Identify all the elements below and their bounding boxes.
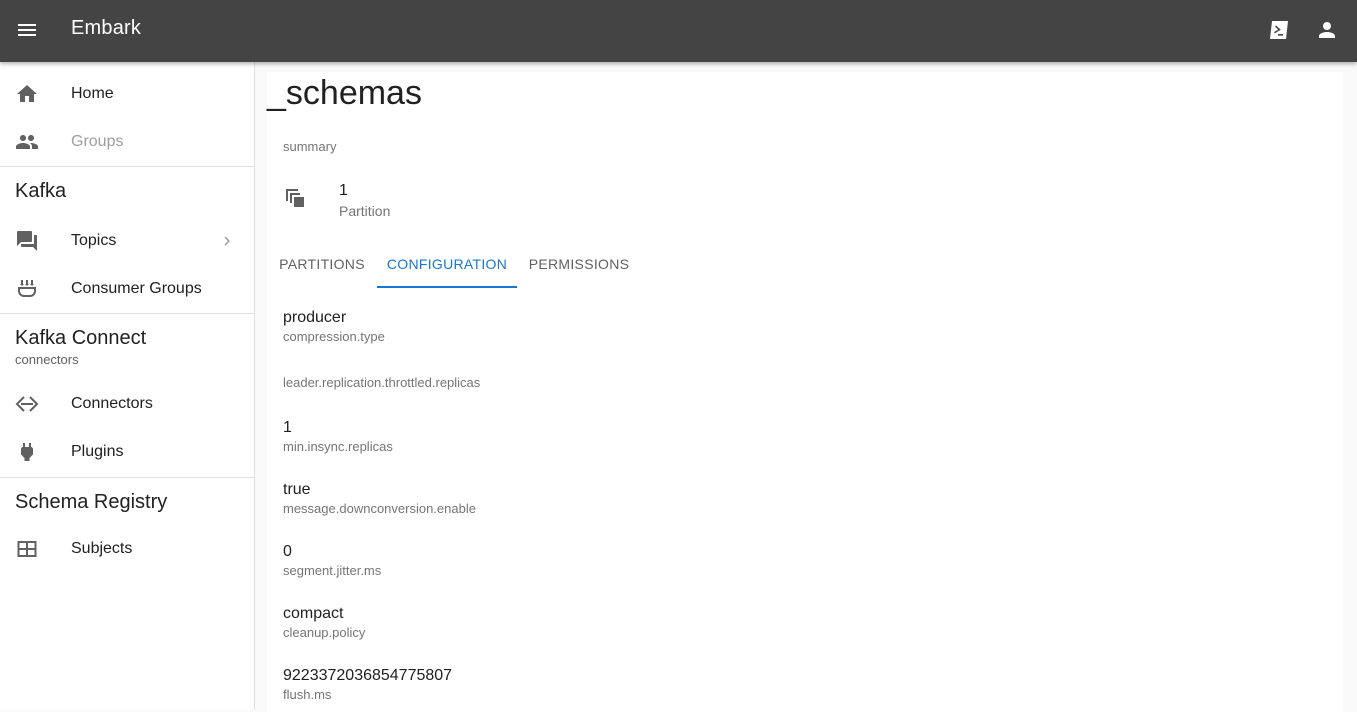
section-subtitle-connectors: connectors bbox=[15, 352, 79, 367]
divider bbox=[0, 166, 254, 167]
tab-configuration[interactable]: CONFIGURATION bbox=[377, 240, 517, 288]
config-value bbox=[283, 354, 480, 374]
divider bbox=[0, 477, 254, 478]
config-key: segment.jitter.ms bbox=[283, 563, 382, 578]
config-item: true message.downconversion.enable bbox=[283, 480, 476, 518]
config-key: compression.type bbox=[283, 329, 385, 344]
config-key: leader.replication.throttled.replicas bbox=[283, 375, 481, 390]
app-title: Embark bbox=[71, 17, 142, 39]
config-item: leader.replication.throttled.replicas bbox=[283, 354, 480, 392]
sidebar-item-connectors[interactable]: Connectors bbox=[0, 380, 254, 428]
config-item: 1 min.insync.replicas bbox=[283, 418, 393, 456]
tab-permissions[interactable]: PERMISSIONS bbox=[517, 240, 641, 288]
section-title-schema-registry: Schema Registry bbox=[15, 491, 168, 513]
divider bbox=[0, 313, 254, 314]
account-icon[interactable] bbox=[1315, 18, 1339, 42]
config-key: cleanup.policy bbox=[283, 625, 366, 640]
chevron-right-icon bbox=[218, 232, 236, 250]
config-item: compact cleanup.policy bbox=[283, 604, 365, 642]
sidebar-item-home[interactable]: Home bbox=[0, 70, 254, 118]
page-title: _schemas bbox=[267, 74, 422, 112]
console-icon[interactable] bbox=[1267, 18, 1291, 42]
summary-label: summary bbox=[283, 139, 337, 154]
home-icon bbox=[15, 82, 39, 106]
sidebar-item-label: Groups bbox=[71, 133, 124, 150]
sidebar-item-plugins[interactable]: Plugins bbox=[0, 428, 254, 476]
menu-icon[interactable] bbox=[15, 18, 39, 42]
config-item: 0 segment.jitter.ms bbox=[283, 542, 381, 580]
sidebar: Home Groups Kafka Topics Consumer Groups… bbox=[0, 62, 255, 710]
config-value: 1 bbox=[283, 419, 292, 436]
app-bar: Embark bbox=[0, 0, 1357, 62]
config-key: min.insync.replicas bbox=[283, 439, 393, 454]
copy-icon bbox=[283, 186, 307, 210]
sidebar-item-groups[interactable]: Groups bbox=[0, 118, 254, 166]
config-value: true bbox=[283, 481, 311, 498]
sidebar-item-label: Connectors bbox=[71, 395, 153, 412]
sidebar-item-label: Home bbox=[71, 85, 114, 102]
config-item: producer compression.type bbox=[283, 308, 385, 346]
partition-count: 1 bbox=[339, 182, 348, 199]
section-title-kafka-connect: Kafka Connect bbox=[15, 327, 147, 349]
forum-icon bbox=[15, 229, 39, 253]
config-value: producer bbox=[283, 309, 347, 326]
main-card bbox=[267, 72, 1343, 712]
config-key: message.downconversion.enable bbox=[283, 501, 476, 516]
sidebar-item-topics[interactable]: Topics bbox=[0, 217, 254, 265]
sidebar-item-label: Consumer Groups bbox=[71, 280, 202, 297]
connectors-icon bbox=[15, 392, 39, 416]
sidebar-item-consumer-groups[interactable]: Consumer Groups bbox=[0, 265, 254, 313]
sidebar-item-label: Topics bbox=[71, 232, 117, 249]
tab-partitions[interactable]: PARTITIONS bbox=[267, 240, 377, 288]
tab-indicator bbox=[377, 286, 517, 288]
config-item: 9223372036854775807 flush.ms bbox=[283, 666, 452, 704]
plug-icon bbox=[15, 440, 39, 464]
config-value: compact bbox=[283, 605, 344, 622]
config-key: flush.ms bbox=[283, 687, 332, 702]
sidebar-item-label: Subjects bbox=[71, 540, 133, 557]
partition-label: Partition bbox=[339, 203, 391, 219]
sidebar-item-subjects[interactable]: Subjects bbox=[0, 525, 254, 573]
groups-icon bbox=[15, 130, 39, 154]
table-icon bbox=[15, 537, 39, 561]
config-value: 0 bbox=[283, 543, 292, 560]
sidebar-item-label: Plugins bbox=[71, 443, 124, 460]
section-title-kafka: Kafka bbox=[15, 180, 67, 202]
config-value: 9223372036854775807 bbox=[283, 667, 453, 684]
consumer-groups-icon bbox=[15, 277, 39, 301]
